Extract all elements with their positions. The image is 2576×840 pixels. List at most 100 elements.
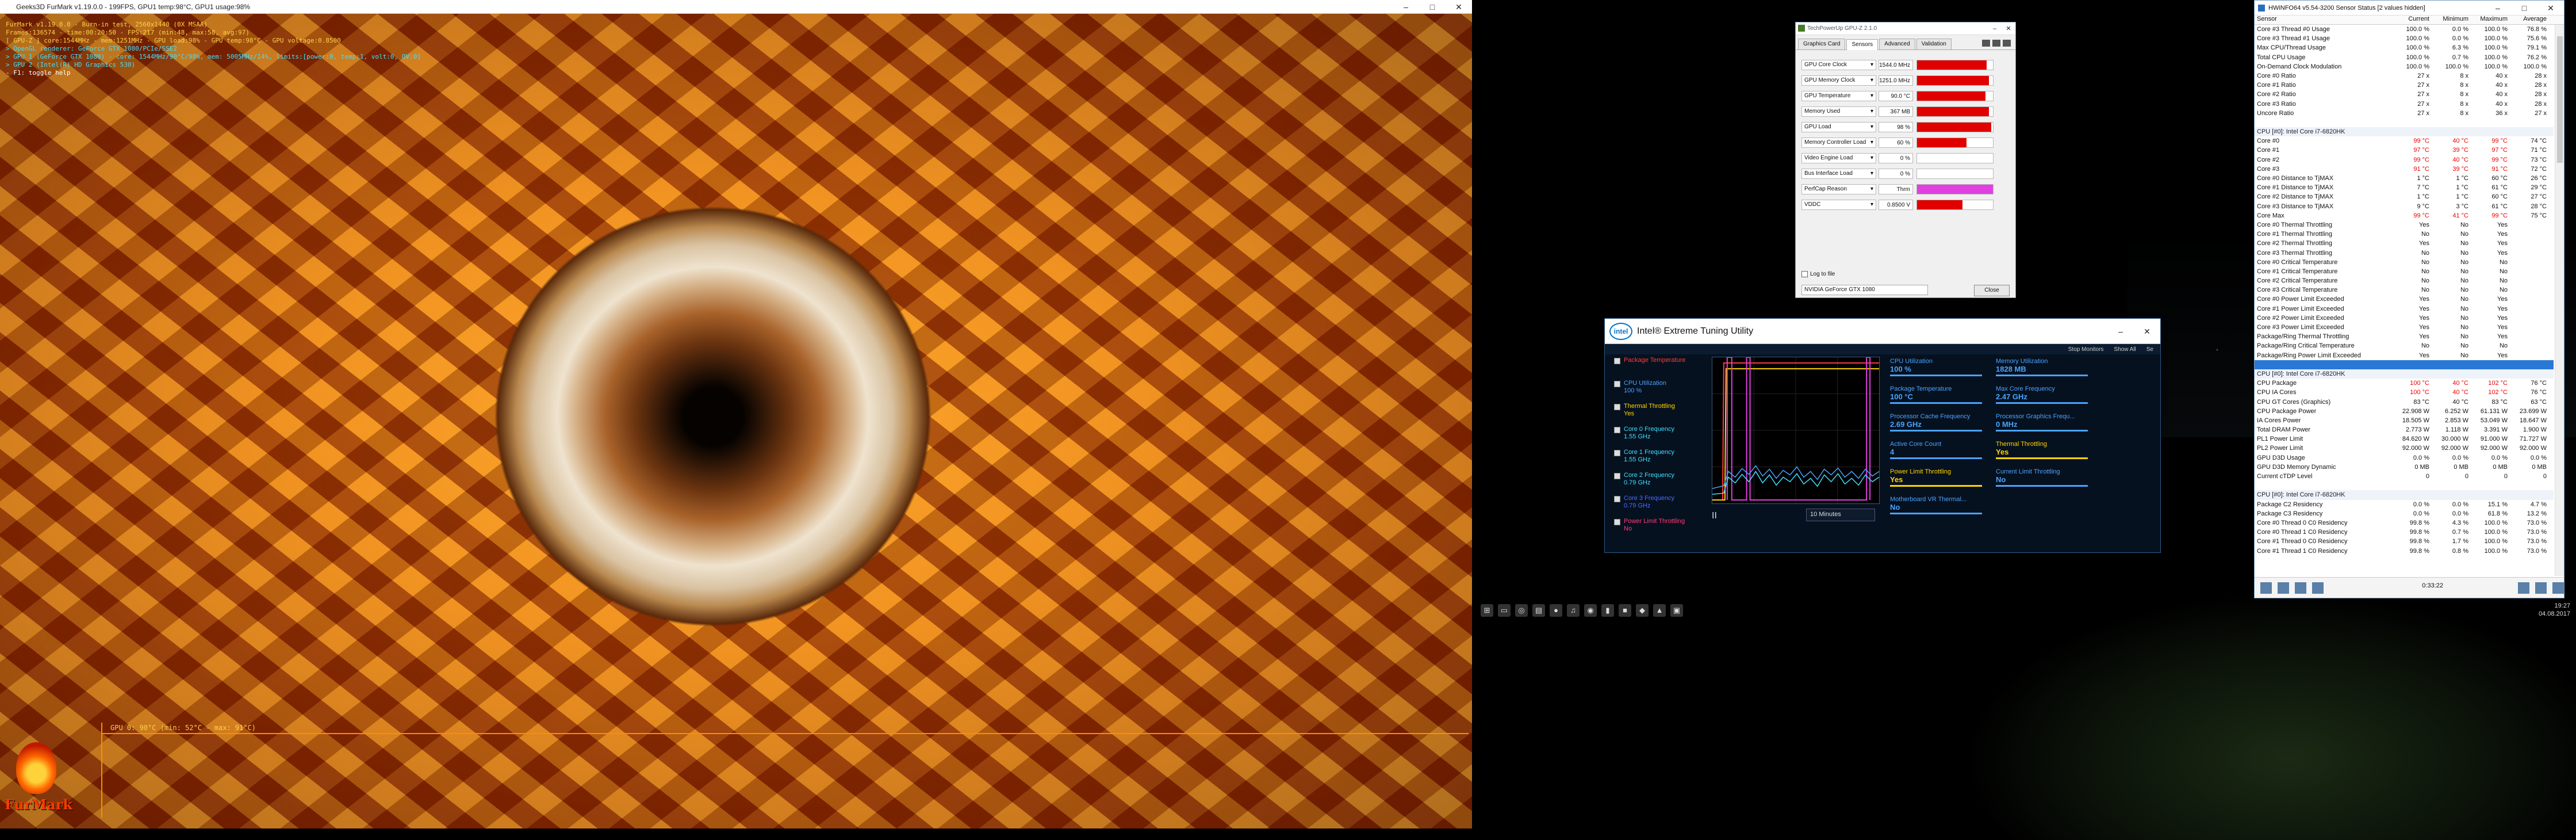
table-row[interactable]: Core #0 99 °C 40 °C 99 °C 74 °C	[2255, 136, 2554, 146]
tray-clock[interactable]: 19:27 04.08.2017	[2524, 602, 2570, 618]
sensor-label[interactable]: Memory Controller Load ▾	[1801, 137, 1876, 148]
close-icon[interactable]: ✕	[1446, 0, 1472, 13]
table-row[interactable]: Core #0 Thread 0 C0 Residency 99.8 % 4.3 %…	[2255, 518, 2554, 528]
maximize-icon[interactable]: □	[1419, 0, 1446, 13]
dropdown-arrow-icon[interactable]: ▾	[1870, 124, 1873, 130]
column-header[interactable]: Minimum	[2432, 16, 2471, 24]
table-row[interactable]: Core #2 99 °C 40 °C 99 °C 73 °C	[2255, 155, 2554, 165]
table-row[interactable]: Core #1 Critical Temperature No No No	[2255, 267, 2554, 276]
table-row[interactable]: Package/Ring Power Limit Exceeded Yes No Ye…	[2255, 351, 2554, 360]
monitor-item[interactable]: Package Temperature	[1614, 357, 1712, 380]
clock-icon[interactable]	[2518, 582, 2529, 594]
table-row[interactable]: Core #1 Power Limit Exceeded Yes No Yes	[2255, 304, 2554, 314]
table-row[interactable]: Core #3 Thermal Throttling No No Yes	[2255, 249, 2554, 258]
monitor-item[interactable]: CPU Utilization 100 %	[1614, 380, 1712, 403]
xtu-icon[interactable]: ▮	[1601, 604, 1614, 617]
table-row[interactable]: Current cTDP Level 0 0 0 0	[2255, 472, 2554, 481]
time-range-select[interactable]: 10 Minutes	[1806, 509, 1875, 521]
sensor-label[interactable]: Video Engine Load ▾	[1801, 152, 1876, 163]
table-row[interactable]: Core #0 Ratio 27 x 8 x 40 x 28 x	[2255, 71, 2554, 81]
monitor-checkbox[interactable]	[1614, 519, 1620, 525]
gpuz-titlebar[interactable]: TechPowerUp GPU-Z 2.1.0 – ✕	[1796, 22, 2015, 35]
firefox-icon[interactable]: ◉	[1584, 604, 1597, 617]
dropdown-arrow-icon[interactable]: ▾	[1870, 62, 1873, 68]
scrollbar-thumb[interactable]	[2557, 36, 2563, 163]
furmark-titlebar[interactable]: Geeks3D FurMark v1.19.0.0 - 199FPS, GPU1…	[0, 0, 1472, 14]
furmark-icon[interactable]: ◆	[1636, 604, 1649, 617]
table-row[interactable]: Core #1 Distance to TjMAX 7 °C 1 °C 61 °C 29…	[2255, 183, 2554, 192]
table-row[interactable]	[2255, 118, 2554, 127]
monitor-checkbox[interactable]	[1614, 496, 1620, 502]
table-row[interactable]: Core #0 Power Limit Exceeded Yes No Yes	[2255, 295, 2554, 304]
tab-graphics-card[interactable]: Graphics Card	[1798, 39, 1846, 49]
monitor-item[interactable]: Core 3 Frequency 0.79 GHz	[1614, 495, 1712, 518]
table-row[interactable]: Core #2 Ratio 27 x 8 x 40 x 28 x	[2255, 90, 2554, 99]
table-row[interactable]: Core #0 Critical Temperature No No No	[2255, 258, 2554, 267]
monitor-checkbox[interactable]	[1614, 358, 1620, 364]
camera-icon[interactable]	[1982, 40, 1990, 47]
monitor-checkbox[interactable]	[1614, 381, 1620, 387]
hwinfo-titlebar[interactable]: HWiNFO64 v5.54-3200 Sensor Status [2 val…	[2255, 1, 2564, 16]
pause-button[interactable]: II	[1712, 511, 1717, 521]
dropdown-arrow-icon[interactable]: ▾	[1870, 155, 1873, 161]
minimize-icon[interactable]: –	[1393, 0, 1419, 13]
tab-advanced[interactable]: Advanced	[1879, 39, 1915, 49]
folder-icon[interactable]: ▤	[1532, 604, 1545, 617]
app-icon[interactable]: ▣	[1670, 604, 1683, 617]
dropdown-arrow-icon[interactable]: ▾	[1870, 108, 1873, 114]
table-row[interactable]: Core #0 Distance to TjMAX 1 °C 1 °C 60 °C 26…	[2255, 174, 2554, 183]
back-icon[interactable]	[2260, 582, 2272, 594]
table-row[interactable]: Total DRAM Power 2.773 W 1.118 W 3.391 W 1.9…	[2255, 425, 2554, 434]
gpuz-window[interactable]: TechPowerUp GPU-Z 2.1.0 – ✕ Graphics Car…	[1795, 22, 2016, 298]
table-row[interactable]: CPU IA Cores 100 °C 40 °C 102 °C 76 °C	[2255, 388, 2554, 397]
table-row[interactable]: Core #1 Thread 1 C0 Residency 99.8 % 0.8 %…	[2255, 547, 2554, 556]
sensor-group-header[interactable]: CPU [#0]: Intel Core i7-6820HK	[2255, 127, 2554, 137]
table-row[interactable]: Uncore Ratio 27 x 8 x 36 x 27 x	[2255, 109, 2554, 118]
table-row[interactable]: Core #2 Distance to TjMAX 1 °C 1 °C 60 °C 27…	[2255, 192, 2554, 201]
log-to-file-checkbox[interactable]	[1801, 271, 1808, 277]
sensor-label[interactable]: PerfCap Reason ▾	[1801, 184, 1876, 194]
table-row[interactable]: On-Demand Clock Modulation 100.0 % 100.0 %…	[2255, 62, 2554, 71]
close-button[interactable]: Close	[1974, 285, 2010, 296]
table-row[interactable]: Core #3 91 °C 39 °C 91 °C 72 °C	[2255, 165, 2554, 174]
table-row[interactable]: Core #0 Thread 1 C0 Residency 99.8 % 0.7 %…	[2255, 528, 2554, 537]
table-row[interactable]: GPU D3D Usage 0.0 % 0.0 % 0.0 % 0.0 %	[2255, 453, 2554, 463]
table-row[interactable]: Core #1 Thread 0 C0 Residency 99.8 % 1.7 %…	[2255, 537, 2554, 546]
tab-validation[interactable]: Validation	[1916, 39, 1952, 49]
table-row[interactable]: Package/Ring Critical Temperature No No No	[2255, 341, 2554, 350]
table-row[interactable]: IA Cores Power 18.505 W 2.853 W 53.049 W 18.…	[2255, 416, 2554, 425]
start-icon[interactable]: ⊞	[1481, 604, 1493, 617]
tab-sensors[interactable]: Sensors	[1846, 39, 1879, 50]
xtu-window[interactable]: intel Intel® Extreme Tuning Utility – ✕ …	[1604, 318, 2161, 553]
sensor-label[interactable]: Bus Interface Load ▾	[1801, 168, 1876, 179]
explorer-icon[interactable]: ◎	[1515, 604, 1528, 617]
table-row[interactable]: GPU D3D Memory Dynamic 0 MB 0 MB 0 MB 0 MB	[2255, 463, 2554, 472]
table-row[interactable]: Core #3 Critical Temperature No No No	[2255, 285, 2554, 295]
sensor-group-header[interactable]: CPU [#0]: Intel Core i7-6820HK	[2255, 369, 2554, 379]
monitor-item[interactable]: Core 2 Frequency 0.79 GHz	[1614, 472, 1712, 495]
table-row[interactable]: Core #3 Thread #0 Usage 100.0 % 0.0 % 100.0…	[2255, 25, 2554, 34]
table-row[interactable]: Core #2 Thermal Throttling Yes No Yes	[2255, 239, 2554, 248]
sensor-label[interactable]: GPU Temperature ▾	[1801, 90, 1876, 101]
table-row[interactable]: Core #0 Thermal Throttling Yes No Yes	[2255, 220, 2554, 230]
monitor-item[interactable]: Core 0 Frequency 1.55 GHz	[1614, 426, 1712, 449]
sensor-label[interactable]: GPU Memory Clock ▾	[1801, 75, 1876, 86]
table-row[interactable]: Total CPU Usage 100.0 % 0.7 % 100.0 % 76.2 %	[2255, 53, 2554, 62]
graph-icon[interactable]	[2312, 582, 2324, 594]
monitor-checkbox[interactable]	[1614, 473, 1620, 479]
table-row[interactable]	[2255, 360, 2554, 369]
table-row[interactable]: Max CPU/Thread Usage 100.0 % 6.3 % 100.0 % 7…	[2255, 43, 2554, 52]
column-header[interactable]: Sensor	[2255, 16, 2393, 24]
hwinfo-icon[interactable]: ■	[1619, 604, 1631, 617]
table-row[interactable]: CPU GT Cores (Graphics) 83 °C 40 °C 83 °C 63…	[2255, 398, 2554, 407]
monitor-checkbox[interactable]	[1614, 404, 1620, 410]
table-row[interactable]: Core #2 Power Limit Exceeded Yes No Yes	[2255, 314, 2554, 323]
monitor-checkbox[interactable]	[1614, 427, 1620, 433]
table-row[interactable]: CPU Package Power 22.908 W 6.252 W 61.131 W…	[2255, 407, 2554, 416]
monitor-item[interactable]: Thermal Throttling Yes	[1614, 403, 1712, 426]
settings-icon[interactable]	[2535, 582, 2547, 594]
xtu-titlebar[interactable]: intel Intel® Extreme Tuning Utility – ✕	[1605, 319, 2160, 344]
table-row[interactable]	[2255, 481, 2554, 490]
monitor-checkbox[interactable]	[1614, 450, 1620, 456]
table-row[interactable]: Package C2 Residency 0.0 % 0.0 % 15.1 % 4.7 …	[2255, 500, 2554, 509]
